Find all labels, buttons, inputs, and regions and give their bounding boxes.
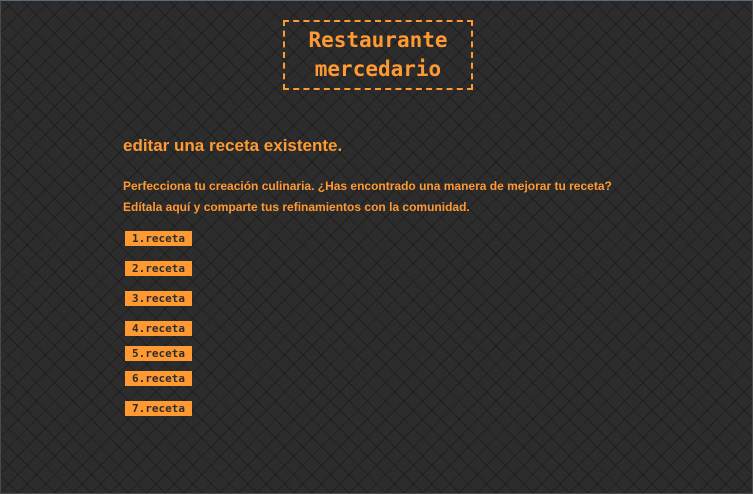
recipe-link-6[interactable]: 6.receta [125,371,192,386]
site-title-line1: Restaurante [308,28,448,52]
page-heading: editar una receta existente. [123,136,343,155]
recipe-link-7[interactable]: 7.receta [125,401,192,416]
intro-text: Perfecciona tu creación culinaria. ¿Has … [123,176,643,218]
recipe-link-4[interactable]: 4.receta [125,321,192,336]
recipe-link-2[interactable]: 2.receta [125,261,192,276]
recipe-link-1[interactable]: 1.receta [125,231,192,246]
site-title: Restaurante mercedario [308,26,447,84]
intro-line-2: Edítala aquí y comparte tus refinamiento… [123,200,470,214]
site-title-line2: mercedario [314,57,442,81]
site-title-box: Restaurante mercedario [283,20,473,90]
intro-line-1: Perfecciona tu creación culinaria. ¿Has … [123,179,612,193]
recipe-link-5[interactable]: 5.receta [125,346,192,361]
recipe-link-3[interactable]: 3.receta [125,291,192,306]
